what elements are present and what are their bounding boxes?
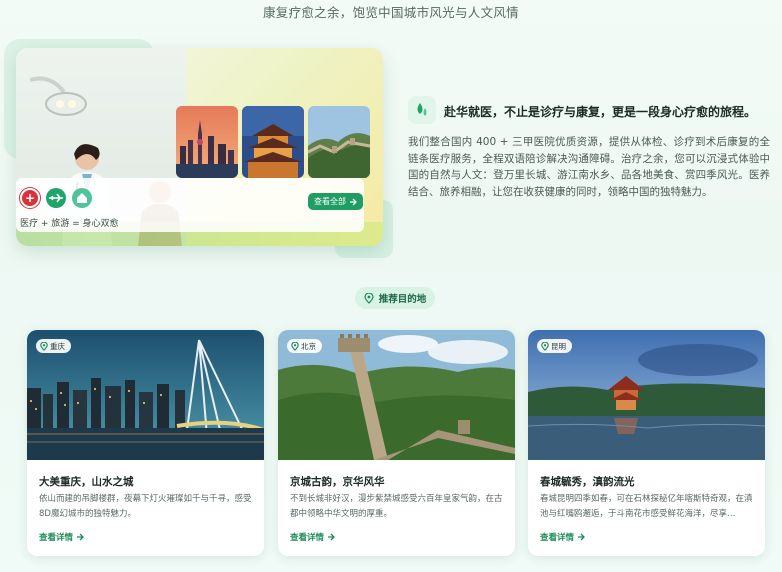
recommended-destinations-badge: 推荐目的地 [355,287,435,309]
medical-cross-icon: + [20,188,40,208]
hero-caption: 医疗 + 旅游 = 身心双愈 [20,219,119,229]
view-details-link[interactable]: 查看详情 [39,531,84,543]
badge-label: 推荐目的地 [378,294,427,305]
plane-icon [46,188,66,208]
arrow-right-icon [350,198,357,205]
intro-body: 我们整合国内 400 + 三甲医院优质资源，提供从体检、诊疗到术后康复的全链条医… [408,136,770,198]
destination-card-chongqing[interactable]: 重庆 大美重庆，山水之城 依山而建的吊脚楼群，夜幕下灯火璀璨如千与千寻，感受8D… [27,330,264,556]
hero-thumb-xian [242,106,304,178]
surgical-lamp-icon [30,76,87,116]
view-details-link[interactable]: 查看详情 [290,531,335,543]
view-details-label: 查看详情 [39,533,74,543]
city-tag-label: 昆明 [551,341,566,351]
arrow-right-icon [578,533,585,541]
arrow-right-icon [77,533,84,541]
location-pin-icon [40,341,48,351]
intro-title: 赴华就医，不止是诊疗与康复，更是一段身心疗愈的旅程。 [444,105,757,119]
destination-card-kunming[interactable]: 昆明 春城毓秀，滇韵流光 春城昆明四季如春，可在石林探秘亿年喀斯特奇观，在滇池与… [528,330,765,556]
destination-title: 大美重庆，山水之城 [39,476,134,488]
destination-card-beijing[interactable]: 北京 京城古韵，京华风华 不到长城非好汉，漫步紫禁城感受六百年皇家气韵，在古都中… [278,330,515,556]
city-tag-label: 重庆 [50,341,65,351]
section-subtitle: 康复疗愈之余，饱览中国城市风光与人文风情 [262,5,519,20]
view-details-link[interactable]: 查看详情 [540,531,585,543]
city-tag: 北京 [287,339,322,353]
destination-title: 京城古韵，京华风华 [290,476,385,488]
location-pin-icon [541,341,549,351]
view-all-button[interactable]: 查看全部 [308,193,363,210]
location-pin-icon [364,292,374,304]
destination-description: 春城昆明四季如春，可在石林探秘亿年喀斯特奇观，在滇池与红嘴鸥邂逅，于斗南花市感受… [540,494,753,519]
hero-icon-group: + [20,188,92,208]
city-tag: 重庆 [36,339,71,353]
destination-description: 依山而建的吊脚楼群，夜幕下灯火璀璨如千与千寻，感受8D魔幻城市的独特魅力。 [39,494,252,519]
view-details-label: 查看详情 [540,533,575,543]
destination-description: 不到长城非好汉，漫步紫禁城感受六百年皇家气韵，在古都中领略中华文明的厚重。 [290,494,503,519]
view-all-label: 查看全部 [314,197,346,206]
destination-title: 春城毓秀，滇韵流光 [540,476,635,488]
location-pin-icon [291,341,299,351]
home-icon [72,188,92,208]
city-tag: 昆明 [537,339,572,353]
hero-thumb-greatwall [308,106,370,178]
city-tag-label: 北京 [301,341,316,351]
view-details-label: 查看详情 [290,533,325,543]
arrow-right-icon [328,533,335,541]
drops-icon [408,96,436,124]
hero-thumb-shanghai [176,106,238,178]
